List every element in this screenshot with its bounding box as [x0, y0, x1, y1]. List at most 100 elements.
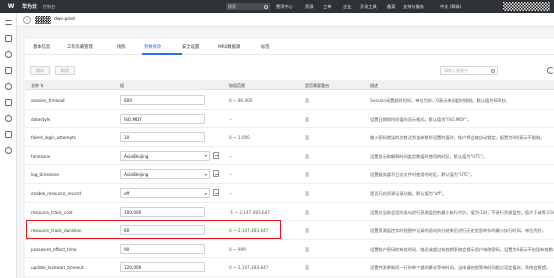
param-description: 设置对当前会话的语句进行资源监控的最小执行代价，值为-1时，不进行资源监控。值大… — [370, 209, 554, 215]
instance-name: dws-prod — [54, 17, 75, 22]
parameter-search-input[interactable]: 请输入参数名 — [440, 66, 498, 75]
nav-support[interactable]: 支持与服务 — [403, 4, 424, 10]
param-value-text: ISO,MDY — [124, 116, 142, 122]
table-row: log_timezone Asia/Beijing -- 否 设置服务器写日志文件时使用… — [25, 165, 554, 184]
param-description: 设置帐户密码的有效时间，临近或超过有效期系统会提示用户修改密码。设置为0表示不启… — [370, 246, 554, 252]
nav-billing[interactable]: 费用中心 — [276, 4, 293, 10]
param-range: -- — [229, 153, 233, 159]
nav-language[interactable]: 中文 (简体) — [440, 4, 461, 10]
datasource-icon[interactable] — [5, 99, 12, 106]
tab-security[interactable]: 安全设置 — [182, 44, 199, 50]
param-description: 设置日期和时间值的显示格式。默认值为"ISO,MDY"。 — [370, 116, 472, 122]
chevron-down-icon — [205, 155, 207, 158]
highlight-box — [26, 220, 281, 239]
param-value-select[interactable]: Asia/Beijing — [120, 169, 210, 180]
tab-snapshot[interactable]: 快照 — [117, 44, 126, 50]
event-icon[interactable] — [5, 131, 12, 138]
col-range: 取值范围 — [229, 82, 245, 88]
tab-tags[interactable]: 标签 — [261, 44, 270, 50]
table-row: timezone Asia/Beijing -- 否 设置显示和解释时间类型数值时使用的… — [25, 147, 554, 166]
param-restart: 否 — [305, 191, 310, 196]
save-button[interactable]: 保存 — [30, 66, 50, 75]
table-header: 名称 ⇅ 值 取值范围 是否需要重启 描述 — [25, 80, 554, 90]
param-description: 输入密码错误的次数达到该参数所设置的值时，帐户将会被自动锁定。配置为0时表示不限… — [370, 135, 545, 141]
console-link[interactable]: 控制台 — [43, 4, 56, 10]
param-restart: 否 — [305, 228, 310, 234]
nav-tickets[interactable]: 工单 — [323, 4, 331, 10]
table-row: session_timeout 600 0 ~ 86,400 否 Session闲置超时… — [25, 91, 554, 110]
refresh-icon[interactable] — [547, 67, 554, 74]
snapshot-icon[interactable] — [5, 67, 12, 74]
settings-icon[interactable] — [5, 115, 12, 122]
tab-bar: 基本信息 工作负载管理 快照 参数修改 安全设置 MRS数据源 标签 — [25, 39, 554, 55]
dashboard-icon[interactable] — [5, 35, 12, 42]
param-name: update_lockwait_timeout — [31, 265, 84, 271]
param-range: 0 ~ 1,000 — [229, 135, 250, 141]
table-row: resource_track_cost 100,000 -1 ~ 2,147,483… — [25, 203, 554, 222]
col-restart: 是否需要重启 — [305, 82, 329, 88]
table-row: enable_resource_record off -- 否 是否开启资源记录功能。默… — [25, 184, 554, 203]
param-value-text: off — [124, 191, 130, 196]
user-avatar[interactable] — [503, 2, 550, 11]
col-name[interactable]: 名称 ⇅ — [31, 83, 44, 89]
search-icon — [491, 69, 495, 73]
table-row: failed_login_attempts 10 0 ~ 1,000 否 输入密码错误的… — [25, 128, 554, 147]
cancel-button[interactable]: 取消 — [55, 66, 75, 75]
param-range: 0 ~ 86,400 — [229, 98, 253, 103]
monitor-icon[interactable] — [5, 83, 12, 90]
col-description: 描述 — [370, 82, 378, 88]
nav-filing[interactable]: 备案 — [387, 4, 395, 10]
search-icon — [264, 4, 268, 9]
tab-basic-info[interactable]: 基本信息 — [33, 44, 50, 50]
edit-icon[interactable] — [213, 151, 219, 159]
table-row: password_effect_time 90 0 ~ 999 否 设置帐户密码的有效时… — [25, 240, 554, 259]
param-description: 设置服务器写日志文件时使用的时区。默认值为"UTC"。 — [370, 172, 475, 178]
param-description: 设置并发更新同一行时单个锁的最长等待时间，当申请的锁等待时间超过设定值时，系统会… — [370, 265, 551, 271]
param-range: 0 ~ 999 — [229, 246, 246, 252]
param-value-text: 90 — [124, 246, 130, 252]
param-range: -- — [229, 172, 233, 178]
cluster-icon[interactable] — [5, 51, 12, 58]
col-value: 值 — [120, 82, 124, 88]
param-value-input[interactable]: 90 — [120, 243, 205, 254]
param-value-input[interactable]: 10 — [120, 132, 205, 143]
param-value-select[interactable]: Asia/Beijing — [120, 150, 210, 161]
param-value-text: Asia/Beijing — [124, 172, 149, 178]
tab-mrs-datasource[interactable]: MRS数据源 — [218, 44, 240, 50]
param-value-input[interactable]: ISO,MDY — [120, 113, 205, 124]
param-name: log_timezone — [31, 172, 59, 178]
edit-icon[interactable] — [213, 170, 219, 178]
brand-name[interactable]: 华为云 — [22, 3, 37, 10]
edit-icon[interactable] — [213, 189, 219, 196]
param-name: failed_login_attempts — [31, 135, 76, 141]
menu-icon[interactable] — [5, 20, 12, 25]
tab-workload[interactable]: 工作负载管理 — [67, 44, 93, 50]
left-sidebar — [0, 13, 17, 278]
param-name: password_effect_time — [31, 246, 77, 252]
nav-enterprise[interactable]: 企业 — [343, 4, 351, 10]
param-restart: 否 — [305, 98, 310, 103]
param-restart: 否 — [305, 116, 310, 122]
instance-avatar — [35, 16, 51, 24]
param-restart: 否 — [305, 172, 310, 178]
huawei-logo[interactable]: W — [0, 0, 22, 13]
param-range: -- — [229, 116, 233, 122]
param-restart: 否 — [305, 135, 310, 141]
nav-resources[interactable]: 资源 — [305, 4, 313, 10]
param-restart: 否 — [305, 153, 310, 159]
param-value-text: 600 — [124, 98, 132, 103]
param-description: 设置显示和解释时间类型数值时使用的时区。默认值为"UTC"。 — [370, 153, 487, 159]
param-name: resource_track_cost — [31, 209, 73, 215]
param-value-text: Asia/Beijing — [124, 153, 149, 159]
param-value-input[interactable]: 100,000 — [120, 206, 205, 217]
table-row: datestyle ISO,MDY -- 否 设置日期和时间值的显示格式。默认值为"IS… — [25, 110, 554, 129]
tab-parameters[interactable]: 参数修改 — [144, 44, 161, 50]
param-value-input[interactable]: 120,000 — [120, 262, 205, 273]
alarm-icon[interactable] — [5, 147, 12, 154]
global-search-input[interactable]: 搜索 — [226, 3, 270, 10]
param-value-input[interactable]: 600 — [120, 95, 205, 105]
back-icon[interactable]: ‹ — [23, 16, 31, 24]
nav-devtools[interactable]: 开发工具 — [360, 4, 377, 10]
param-description: 设置资源监控实时视图中记录的语句执行结束后进行历史信息转存的最小执行时间，单位为… — [370, 228, 546, 234]
param-value-select[interactable]: off — [120, 188, 210, 198]
